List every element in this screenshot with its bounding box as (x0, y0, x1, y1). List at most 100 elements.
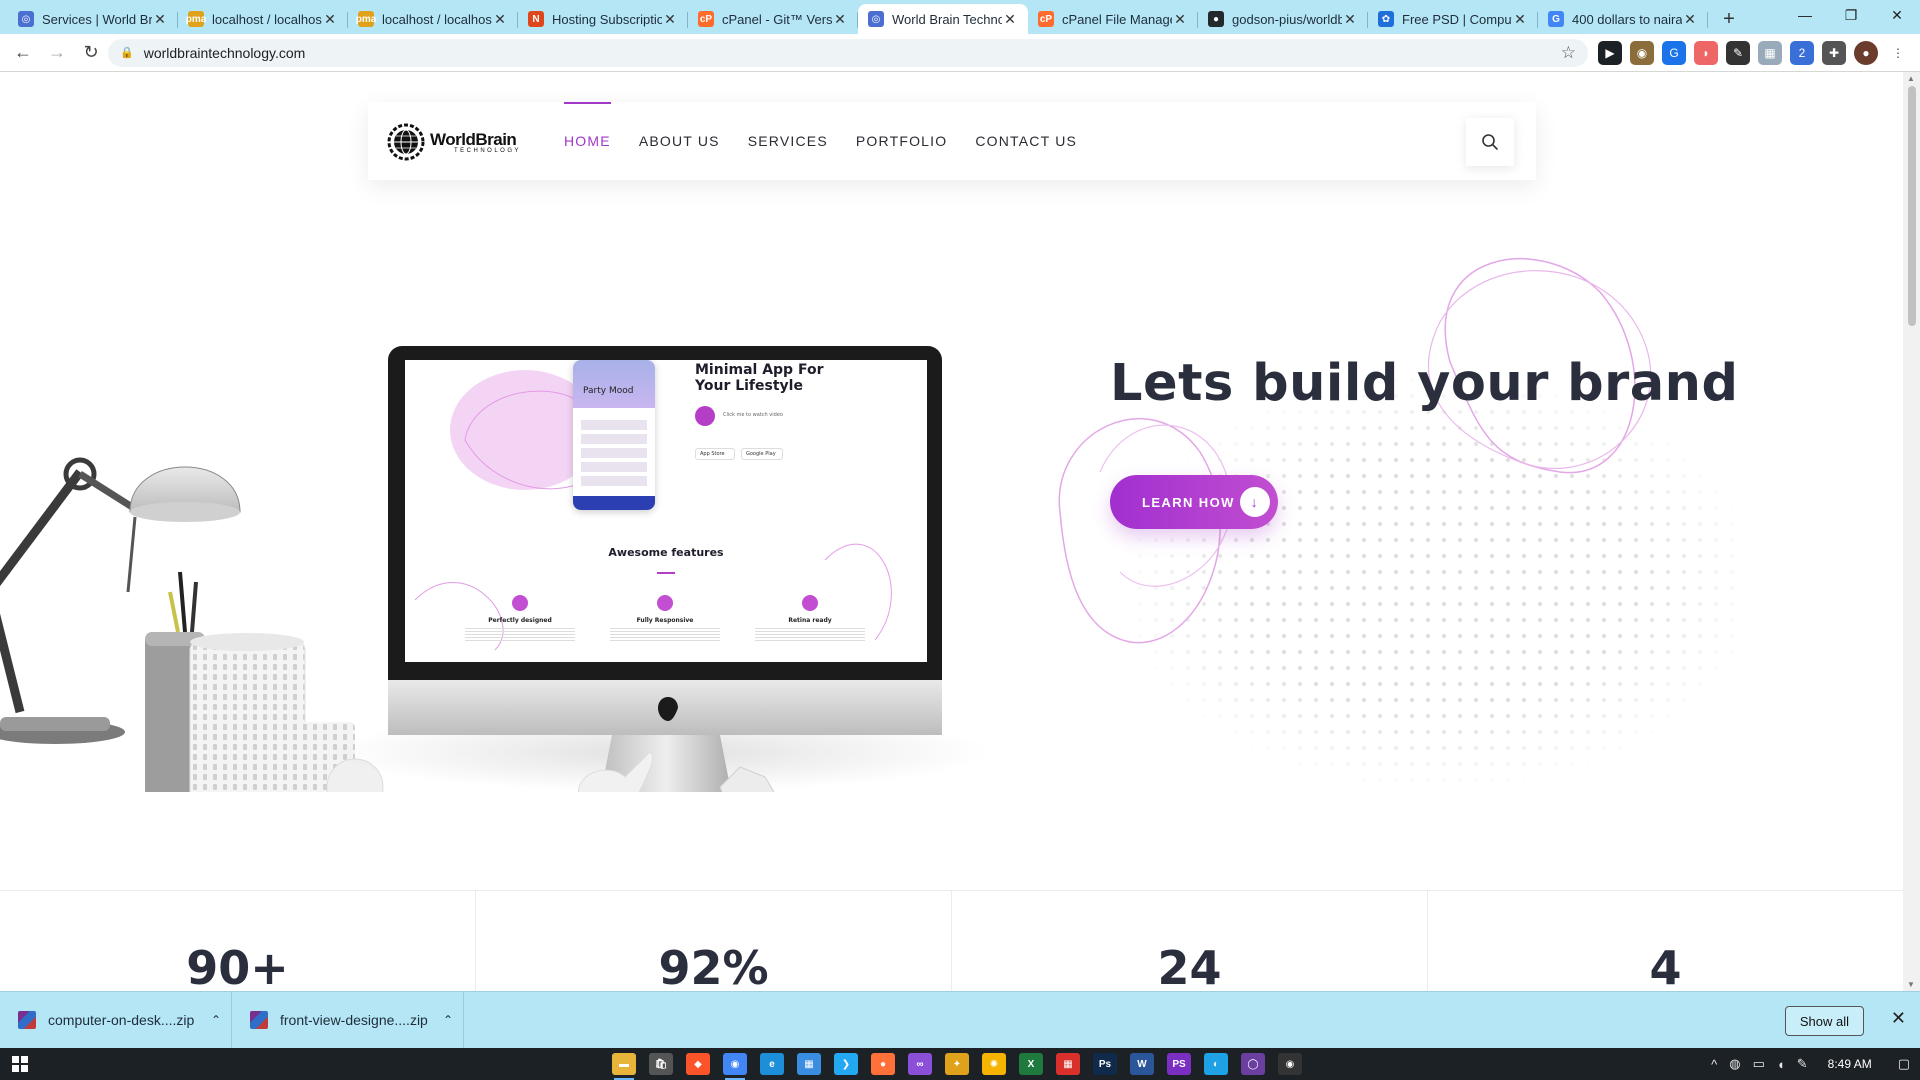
tab-close-icon[interactable]: ✕ (1682, 11, 1698, 28)
word-icon[interactable]: W (1130, 1053, 1154, 1075)
browser-tab[interactable]: N Hosting Subscription ✕ (518, 4, 688, 34)
nav-link-services[interactable]: SERVICES (748, 102, 828, 180)
eye-extension-icon[interactable]: ◉ (1630, 40, 1654, 65)
cast-extension-icon[interactable]: ◗ (1694, 40, 1718, 65)
vscode-icon[interactable]: ❯ (834, 1053, 858, 1075)
menu-extension-icon[interactable]: ⋮ (1886, 40, 1910, 65)
tab-title: Hosting Subscription (552, 11, 662, 27)
chrome-icon[interactable]: ◉ (723, 1053, 747, 1080)
volume-icon[interactable]: ◖ (1777, 1057, 1785, 1072)
tab-close-icon[interactable]: ✕ (662, 11, 678, 28)
phpstorm-icon[interactable]: PS (1167, 1053, 1191, 1075)
grid-extension-icon[interactable]: ▦ (1758, 40, 1782, 65)
app-record-icon[interactable]: ◉ (1278, 1053, 1302, 1075)
screen-feature-text (465, 628, 575, 642)
visual-studio-icon[interactable]: ∞ (908, 1053, 932, 1075)
restore-button[interactable]: ❐ (1828, 0, 1874, 30)
app-blue-icon[interactable]: ◐ (1204, 1053, 1228, 1075)
excel-icon[interactable]: X (1019, 1053, 1043, 1075)
tab-title: 400 dollars to naira (1572, 11, 1682, 27)
tab-close-icon[interactable]: ✕ (152, 11, 168, 28)
close-window-button[interactable]: ✕ (1874, 0, 1920, 30)
logo-text: WorldBrain TECHNOLOGY (430, 130, 521, 154)
learn-how-button[interactable]: LEARN HOW ↓ (1110, 475, 1278, 529)
zip-file-icon (250, 1011, 268, 1029)
app-colorful-icon[interactable]: ✦ (945, 1053, 969, 1075)
scrollbar-thumb[interactable] (1908, 86, 1916, 326)
download-item[interactable]: front-view-designe....zip ⌃ (232, 991, 464, 1049)
bookmark-star-icon[interactable]: ☆ (1561, 43, 1576, 63)
forward-button[interactable]: → (40, 36, 74, 70)
firefox-icon[interactable]: ● (871, 1053, 895, 1075)
tab-close-icon[interactable]: ✕ (832, 11, 848, 28)
calendar-icon[interactable]: ▦ (797, 1053, 821, 1075)
tab-close-icon[interactable]: ✕ (1172, 11, 1188, 28)
puzzle-extension-icon[interactable]: ✚ (1822, 40, 1846, 65)
page-scrollbar[interactable]: ▲ ▼ (1903, 72, 1920, 991)
browser-tab[interactable]: pma localhost / localhost ✕ (348, 4, 518, 34)
app-sun-icon[interactable]: ✺ (982, 1053, 1006, 1075)
browser-tab[interactable]: pma localhost / localhost ✕ (178, 4, 348, 34)
browser-tab[interactable]: cP cPanel File Manager ✕ (1028, 4, 1198, 34)
browser-tab[interactable]: ● godson-pius/worldbrain✕ (1198, 4, 1368, 34)
download-filename: front-view-designe....zip (280, 1012, 428, 1028)
tab-close-icon[interactable]: ✕ (322, 11, 338, 28)
stat-value: 92% (476, 891, 952, 991)
scroll-up-arrow[interactable]: ▲ (1907, 74, 1915, 83)
battery-icon[interactable]: ▭ (1753, 1056, 1765, 1072)
tool-extension-icon[interactable]: ✎ (1726, 40, 1750, 65)
github-desktop-icon[interactable]: ◯ (1241, 1053, 1265, 1075)
search-button[interactable] (1466, 118, 1514, 166)
screen-feature-icon (512, 595, 528, 611)
new-tab-button[interactable]: + (1714, 4, 1744, 34)
minimize-button[interactable]: — (1782, 0, 1828, 30)
site-header: WorldBrain TECHNOLOGY HOME ABOUT US SERVIC… (368, 102, 1536, 180)
brave-icon[interactable]: ◆ (686, 1053, 710, 1075)
file-explorer-icon[interactable]: ▬ (612, 1053, 636, 1080)
nav-link-about-us[interactable]: ABOUT US (639, 102, 720, 180)
screen-play-icon (695, 406, 715, 426)
site-logo[interactable]: WorldBrain TECHNOLOGY (386, 122, 521, 162)
back-button[interactable]: ← (6, 36, 40, 70)
taskbar-clock[interactable]: 8:49 AM (1828, 1057, 1872, 1071)
reload-button[interactable]: ↻ (74, 36, 108, 70)
browser-tab[interactable]: ◎ Services | World Brain✕ (8, 4, 178, 34)
pen-icon[interactable]: ✎ (1797, 1056, 1808, 1072)
network-globe-icon[interactable]: ◍ (1729, 1056, 1740, 1072)
tab-strip: ◎Services | World Brain✕pmalocalhost / l… (0, 0, 1708, 34)
lock-icon[interactable]: 🔒 (120, 46, 134, 59)
tab-close-icon[interactable]: ✕ (1342, 11, 1358, 28)
notification-icon[interactable]: ▢ (1898, 1056, 1910, 1072)
tab-title: localhost / localhost (212, 11, 322, 27)
translate-extension-icon[interactable]: G (1662, 40, 1686, 65)
browser-tab[interactable]: ✿ Free PSD | Computer✕ (1368, 4, 1538, 34)
show-all-button[interactable]: Show all (1784, 1006, 1864, 1036)
browser-tab[interactable]: G 400 dollars to naira ✕ (1538, 4, 1708, 34)
app-grid-icon[interactable]: ▦ (1056, 1053, 1080, 1075)
tab-close-icon[interactable]: ✕ (492, 11, 508, 28)
nav-link-contact-us[interactable]: CONTACT US (975, 102, 1077, 180)
chevron-up-icon[interactable]: ⌃ (201, 1013, 231, 1027)
profile-avatar-icon[interactable]: ● (1854, 40, 1878, 65)
edge-icon[interactable]: e (760, 1053, 784, 1075)
badge-extension-icon[interactable]: 2 (1790, 40, 1814, 65)
screen-feature-item: Retina ready (755, 595, 865, 642)
start-button[interactable] (0, 1048, 40, 1080)
tray-chevron-icon[interactable]: ^ (1711, 1057, 1717, 1072)
address-bar[interactable]: 🔒 worldbraintechnology.com ☆ (108, 38, 1588, 67)
browser-tab[interactable]: cP cPanel - Git™ Version✕ (688, 4, 858, 34)
nav-link-portfolio[interactable]: PORTFOLIO (856, 102, 947, 180)
close-shelf-button[interactable]: ✕ (1891, 1008, 1906, 1029)
chevron-up-icon[interactable]: ⌃ (433, 1013, 463, 1027)
download-item[interactable]: computer-on-desk....zip ⌃ (0, 991, 232, 1049)
store-icon[interactable]: 🛍 (649, 1053, 673, 1075)
scroll-down-arrow[interactable]: ▼ (1907, 980, 1915, 989)
nav-link-home[interactable]: HOME (564, 102, 611, 180)
play-extension-icon[interactable]: ▶ (1598, 40, 1622, 65)
globe-gear-logo-icon (387, 123, 425, 161)
url-text[interactable]: worldbraintechnology.com (144, 45, 1561, 61)
photoshop-icon[interactable]: Ps (1093, 1053, 1117, 1075)
tab-close-icon[interactable]: ✕ (1512, 11, 1528, 28)
tab-close-icon[interactable]: ✕ (1002, 11, 1018, 28)
browser-tab[interactable]: ◎ World Brain Technology✕ (858, 4, 1028, 34)
